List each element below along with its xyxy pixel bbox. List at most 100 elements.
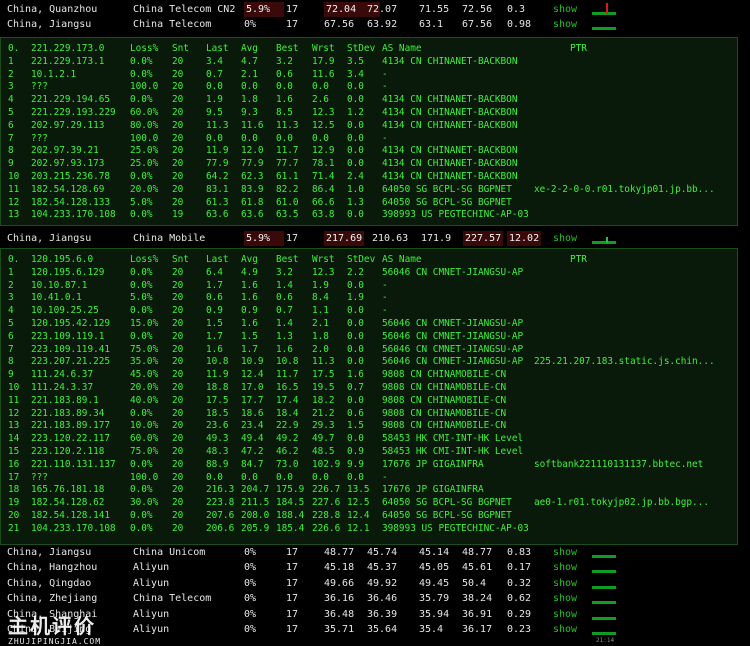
mtr-hop-row: 9 202.97.93.173 25.0% 20 77.9 77.9 77.7 78.1 0.0… — [1, 158, 737, 171]
mtr-wrst: Wrst — [312, 254, 335, 265]
mtr-num: 10 — [8, 382, 20, 393]
mtr-best: Best — [276, 43, 299, 54]
mtr-last: 23.6 — [206, 420, 229, 432]
best: 71.55 — [419, 4, 450, 15]
mtr-snt: 20 — [172, 183, 184, 195]
mtr-last: 1.5 — [206, 318, 223, 329]
mtr-best: 1.4 — [276, 279, 293, 291]
mtr-best: 11.3 — [276, 119, 299, 131]
mtr-loss: 80.0% — [130, 119, 159, 131]
wrst: 45.61 — [462, 562, 493, 574]
show-link[interactable]: show — [553, 607, 577, 622]
mtr-last: 17.5 — [206, 394, 229, 406]
mtr-last: 206.6 — [206, 522, 235, 534]
mtr-stdev: 0.0 — [347, 158, 364, 170]
mtr-last: 1.7 — [206, 330, 223, 342]
mtr-num: 8 — [8, 145, 14, 157]
mtr-snt: 20 — [172, 132, 184, 144]
mtr-hop-row: 5 120.195.42.129 15.0% 20 1.5 1.6 1.4 2.1 0.0 560… — [1, 318, 737, 331]
stdev: 0.29 — [507, 608, 532, 620]
show-link[interactable]: show — [553, 591, 577, 606]
probe-row: China, Quanzhou China Telecom CN2 5.9% 1… — [0, 2, 750, 17]
mtr-wrst: 1.9 — [312, 279, 329, 291]
show-link[interactable]: show — [553, 2, 577, 17]
mtr-avg: 208.0 — [241, 510, 270, 521]
mtr-avg: 4.9 — [241, 266, 258, 278]
mtr-stdev: 12.5 — [347, 497, 370, 509]
mtr-avg: 12.4 — [241, 369, 264, 381]
mtr-num: 1 — [8, 55, 14, 67]
mtr-wrst: 66.6 — [312, 196, 335, 208]
mtr-stdev: 0.0 — [347, 471, 364, 483]
isp: China Mobile — [133, 233, 206, 244]
mtr-num: 13 — [8, 420, 20, 432]
avg: 63.92 — [367, 19, 398, 30]
mtr-ip: 202.97.29.113 — [31, 119, 105, 131]
mtr-num: 7 — [8, 132, 14, 144]
show-link[interactable]: show — [553, 622, 577, 637]
mtr-best: 188.4 — [276, 510, 305, 521]
show-link[interactable]: show — [553, 17, 577, 32]
mtr-loss: 75.0% — [130, 446, 159, 457]
snt: 17 — [286, 547, 299, 558]
probe-row: China, Jiangsu China Telecom 0% 17 67.56… — [0, 17, 750, 32]
mtr-avg: 0.9 — [241, 305, 258, 317]
mtr-num: 17 — [8, 471, 20, 483]
show-link[interactable]: show — [553, 576, 577, 591]
mtr-snt: 20 — [172, 510, 184, 521]
mtr-ip: 223.120.2.118 — [31, 446, 105, 457]
mtr-as: - — [382, 68, 388, 80]
mtr-last: 223.8 — [206, 497, 235, 509]
mtr-hop-row: 8 202.97.39.21 25.0% 20 11.9 12.0 11.7 12.9 0.0 4… — [1, 145, 737, 158]
show-link[interactable]: show — [553, 560, 577, 575]
mtr-hop-row: 8 223.207.21.225 35.0% 20 10.8 10.9 10.8 11.3 0.… — [1, 356, 737, 369]
avg: 49.92 — [367, 577, 398, 589]
mtr-ip: 223.109.119.1 — [31, 330, 105, 342]
mtr-hop-row: 3??? 100.0 20 0.0 0.0 0.0 0.0 0.0 - — [1, 81, 737, 94]
show-link[interactable]: show — [553, 545, 577, 560]
mtr-stdev: 0.0 — [347, 343, 364, 355]
mtr-avg: 84.7 — [241, 458, 264, 470]
mtr-hop-row: 15 223.120.2.118 75.0% 20 48.3 47.2 46.2 48.5 0.… — [1, 446, 737, 459]
mtr-header-row: 0. 120.195.6.0 Loss% Snt Last Avg Best Wrst StDe… — [1, 254, 737, 267]
mtr-wrst: 2.0 — [312, 343, 329, 355]
mtr-loss: 20.0% — [130, 183, 159, 195]
loss: 0% — [244, 547, 257, 558]
location: China, Jiangsu — [7, 233, 92, 244]
mtr-last: 0.0 — [206, 132, 223, 144]
mtr-num: 7 — [8, 343, 14, 355]
mtr-wrst: 0.0 — [312, 471, 329, 483]
mtr-ptr: PTR — [570, 254, 587, 265]
mtr-hop-row: 20 182.54.128.141 0.0% 20 207.6 208.0 188.4 228… — [1, 510, 737, 523]
mtr-loss: 45.0% — [130, 369, 159, 381]
show-link[interactable]: show — [553, 231, 577, 246]
mtr-hop-row: 13 104.233.170.108 0.0% 19 63.6 63.6 63.5 63.8 0… — [1, 209, 737, 222]
mtr-stdev: 3.5 — [347, 55, 364, 67]
mtr-last: 216.3 — [206, 484, 235, 496]
mtr-wrst: 17.5 — [312, 369, 335, 381]
mtr-loss: 0.0% — [130, 55, 153, 67]
mtr-snt: 20 — [172, 292, 184, 304]
mtr-ip: ??? — [31, 471, 48, 483]
mtr-wrst: 49.7 — [312, 433, 335, 445]
mtr-hop-row: 10 203.215.236.78 0.0% 20 64.2 62.3 61.1 71.4 2.… — [1, 171, 737, 184]
mtr-stdev: 0.0 — [347, 394, 364, 406]
mtr-num: 12 — [8, 196, 20, 208]
mtr-as: - — [382, 292, 388, 304]
mtr-last: 0.0 — [206, 81, 223, 93]
mtr-loss: 35.0% — [130, 356, 159, 368]
mtr-last: 1.9 — [206, 94, 223, 106]
mtr-last: 0.7 — [206, 68, 223, 80]
mtr-best: 0.0 — [276, 132, 293, 144]
snt: 17 — [286, 4, 299, 15]
mtr-avg: 49.4 — [241, 433, 264, 445]
mtr-wrst: 2.1 — [312, 318, 329, 329]
mtr-loss: 0.0% — [130, 94, 153, 106]
mtr-best: 8.5 — [276, 107, 293, 118]
mtr-num: 16 — [8, 458, 20, 470]
mtr-last: 18.5 — [206, 407, 229, 419]
mtr-best: 1.6 — [276, 94, 293, 106]
mtr-num: 8 — [8, 356, 14, 368]
mtr-loss: 0.0% — [130, 330, 153, 342]
mtr-snt: 20 — [172, 356, 184, 368]
